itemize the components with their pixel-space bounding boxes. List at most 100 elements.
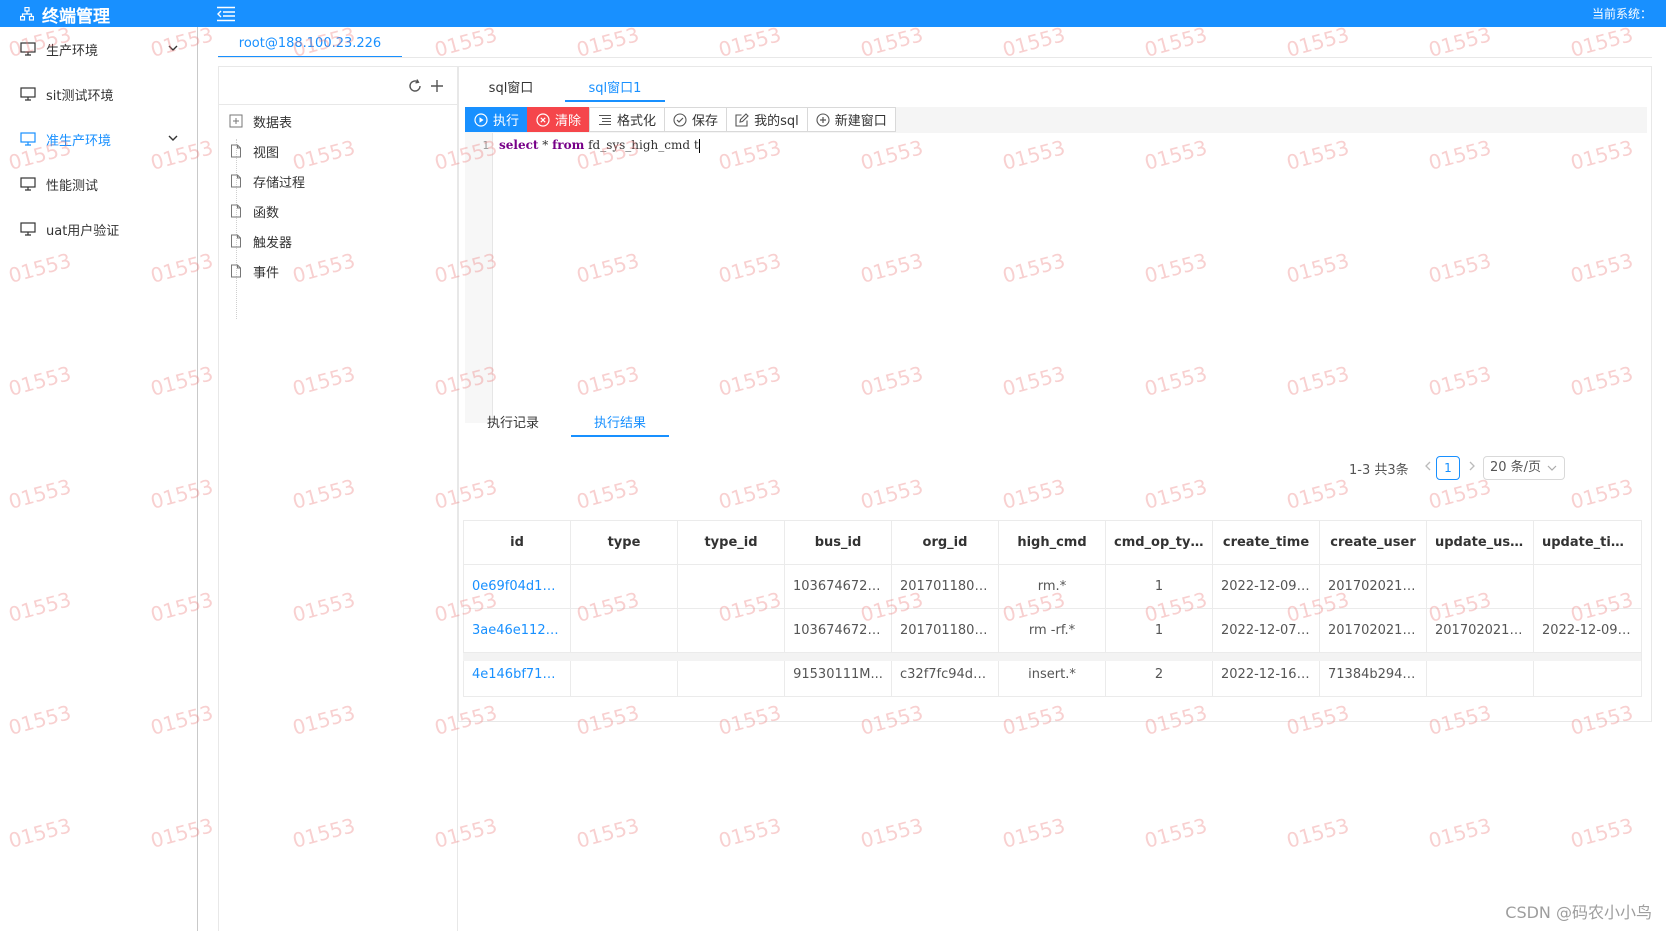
chevron-right-icon[interactable] [1465,458,1479,474]
format-button[interactable]: 格式化 [589,107,666,132]
watermark-text: 01553 [999,22,1068,62]
result-table: id type type_id bus_id org_id high_cmd c… [463,520,1642,697]
execute-button[interactable]: 执行 [465,107,529,132]
table-header-row: id type type_id bus_id org_id high_cmd c… [463,520,1642,565]
table-cell: 2017020210... [1319,564,1427,609]
sql-work-panel: sql窗口 sql窗口1 执行 清除 格式化 保存 我的sql 新建窗口 1 s… [458,66,1652,722]
pagination-page-1[interactable]: 1 [1436,456,1460,480]
new-window-button[interactable]: 新建窗口 [806,107,896,132]
chevron-left-icon[interactable] [1421,458,1435,474]
tab-execution-log[interactable]: 执行记录 [481,413,545,437]
column-header[interactable]: high_cmd [998,520,1106,565]
pagination-total: 1-3 共3条 [1349,463,1409,478]
column-header[interactable]: bus_id [784,520,892,565]
table-cell [677,608,785,653]
table-cell-id-link[interactable]: 3ae46e1120... [463,608,571,653]
watermark-text: 01553 [1425,813,1494,853]
column-header[interactable]: type [570,520,678,565]
column-header[interactable]: org_id [891,520,999,565]
chevron-down-icon[interactable] [166,131,180,145]
tab-sql-window[interactable]: sql窗口 [481,78,541,102]
column-header[interactable]: id [463,520,571,565]
table-scrollbar-track[interactable] [463,653,1641,661]
sidebar-item-uat[interactable]: uat用户验证 [0,207,198,251]
column-header[interactable]: create_user [1319,520,1427,565]
table-cell: 1 [1105,564,1213,609]
sidebar-item-label: 性能测试 [46,178,99,194]
plus-icon[interactable] [429,78,445,94]
text-cursor [698,138,700,153]
sidebar-item-sit[interactable]: sit测试环境 [0,72,198,116]
file-icon [231,204,241,218]
column-header[interactable]: cmd_op_type [1105,520,1213,565]
table-cell: 1 [1105,608,1213,653]
sidebar-item-preproduction[interactable]: 准生产环境 [0,117,198,161]
monitor-icon [20,87,36,101]
editor-gutter: 1 [465,133,493,423]
save-button[interactable]: 保存 [664,107,728,132]
watermark-text: 01553 [1141,22,1210,62]
top-header: 终端管理 当前系统： [0,0,1666,27]
sitemap-icon [20,7,34,21]
table-row: 3ae46e1120... 1036746720... 2017011806..… [463,608,1642,653]
tab-execution-result[interactable]: 执行结果 [571,413,669,437]
watermark-text: 01553 [1567,22,1636,62]
close-circle-icon [536,112,550,127]
tab-divider [218,57,1652,58]
line-number: 1 [482,139,489,152]
tab-sql-window-1[interactable]: sql窗口1 [565,78,665,102]
table-cell [570,564,678,609]
watermark-text: 01553 [1425,22,1494,62]
tree-item-functions[interactable]: 函数 [229,199,279,223]
object-tree-header [219,67,457,105]
sidebar-item-label: 生产环境 [46,43,99,59]
sidebar-item-performance[interactable]: 性能测试 [0,162,198,206]
page-size-select[interactable]: 20 条/页 [1483,456,1565,480]
table-cell [1426,564,1534,609]
chevron-down-icon[interactable] [166,41,180,55]
table-cell-id-link[interactable]: 0e69f04d14... [463,564,571,609]
table-cell: 2017011806... [891,608,999,653]
sidebar-item-production[interactable]: 生产环境 [0,27,198,71]
watermark-text: 01553 [573,22,642,62]
keyword-select: select [499,138,539,152]
table-cell [570,608,678,653]
tree-item-label: 视图 [253,145,280,161]
watermark-text: 01553 [1567,813,1636,853]
column-header[interactable]: type_id [677,520,785,565]
table-cell [1533,564,1642,609]
refresh-icon[interactable] [407,78,423,94]
watermark-text: 01553 [857,813,926,853]
sql-code-line[interactable]: select * from fd_sys_high_cmd t [499,138,700,153]
watermark-text: 01553 [715,22,784,62]
keyword-from: from [552,138,585,152]
tree-item-label: 数据表 [253,115,293,131]
menu-fold-icon[interactable] [216,6,236,22]
brand: 终端管理 [20,3,110,27]
monitor-icon [20,132,36,146]
csdn-watermark: CSDN @码农小小鸟 [1505,903,1652,922]
tree-item-events[interactable]: 事件 [229,259,279,283]
column-header[interactable]: update_time [1533,520,1642,565]
tree-item-views[interactable]: 视图 [229,139,279,163]
column-header[interactable]: create_time [1212,520,1320,565]
play-circle-icon [474,112,488,127]
check-circle-icon [673,112,687,127]
sql-toolbar: 执行 清除 格式化 保存 我的sql 新建窗口 [465,107,896,132]
clear-button[interactable]: 清除 [527,107,591,132]
current-system-label: 当前系统： [1591,7,1652,21]
my-sql-button[interactable]: 我的sql [726,107,808,132]
table-cell: rm -rf.* [998,608,1106,653]
table-cell: 2017020210... [1319,608,1427,653]
table-cell [677,564,785,609]
table-cell: rm.* [998,564,1106,609]
tree-item-triggers[interactable]: 触发器 [229,229,292,253]
tree-item-label: 存储过程 [253,175,306,191]
table-cell: 2022-12-07 ... [1212,608,1320,653]
tree-item-procedures[interactable]: 存储过程 [229,169,305,193]
table-cell: 2017020210... [1426,608,1534,653]
tree-item-tables[interactable]: 数据表 [229,109,292,133]
tab-connection[interactable]: root@188.100.23.226 [218,34,402,58]
column-header[interactable]: update_user [1426,520,1534,565]
sql-editor[interactable]: 1 select * from fd_sys_high_cmd t [465,133,1647,423]
